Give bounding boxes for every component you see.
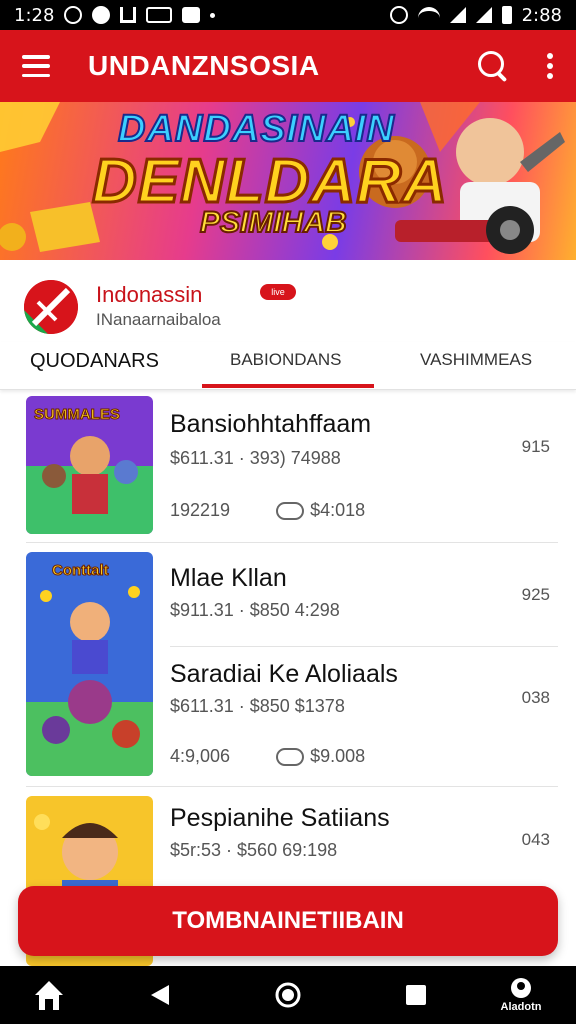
item-meta-1: $611.31 · 393) 74988 (170, 448, 341, 468)
signal-icon-2 (475, 7, 492, 23)
notification-icon (64, 6, 83, 24)
channel-logo-icon[interactable] (24, 280, 78, 334)
profile-icon (511, 978, 531, 998)
home-circle-icon[interactable] (268, 966, 308, 1024)
item-stat-comments-3: $9.008 (310, 746, 366, 766)
item-stat-views-1: 192219 (170, 500, 231, 520)
comment-icon (276, 747, 305, 766)
item-thumbnail-2[interactable]: Conttalt (26, 552, 153, 776)
item-title-1[interactable]: Bansiohhtahffaam (170, 410, 371, 439)
channel-subtitle: INanaarnaibaloa (96, 310, 221, 329)
tab-bar: QUODANARS BABIONDANS VASHIMMEAS (0, 342, 576, 390)
tab-vashimmeas[interactable]: VASHIMMEAS (420, 350, 532, 370)
item-count-1: 915 (521, 437, 550, 456)
item-count-4: 043 (521, 830, 550, 849)
primary-cta-button[interactable]: TOMBNAINETIIBAIN (18, 886, 558, 956)
list-divider (26, 786, 558, 787)
tab-quodanars[interactable]: QUODANARS (30, 350, 159, 373)
battery-icon (501, 6, 512, 24)
alarm-icon (389, 6, 408, 24)
item-meta-4: $5r:53 · $560 69:198 (170, 840, 338, 860)
system-nav-bar: Aladotn (0, 966, 576, 1024)
tab-babiondans[interactable]: BABIONDANS (230, 350, 341, 370)
menu-icon[interactable] (22, 55, 50, 77)
item-count-3: 038 (521, 688, 550, 707)
image-icon (182, 7, 201, 23)
item-stats-1: 192219 $4:018 (170, 500, 365, 521)
channel-name[interactable]: Indonassin (96, 282, 202, 308)
item-title-2[interactable]: Mlae Kllan (170, 564, 287, 593)
app-screen: 1:28 2:88 UNDANZNSOSIA DANDASINAIN DENLD… (0, 0, 576, 1024)
status-bar: 1:28 2:88 (0, 0, 576, 30)
status-time: 1:28 (14, 4, 55, 26)
item-stat-views-3: 4:9,006 (170, 746, 231, 766)
bars-icon (120, 7, 137, 23)
dot-icon (210, 12, 216, 18)
item-title-3[interactable]: Saradiai Ke Aloliaals (170, 660, 398, 689)
more-vertical-icon[interactable] (546, 53, 554, 79)
active-tab-indicator (202, 384, 374, 388)
back-icon[interactable] (140, 966, 180, 1024)
cast-icon (146, 7, 173, 23)
wifi-icon (417, 7, 440, 23)
status-time-right: 2:88 (521, 4, 562, 26)
item-count-2: 925 (521, 585, 550, 604)
list-divider (170, 646, 558, 647)
banner-title-line1: DANDASINAIN (117, 107, 395, 151)
recents-square-icon[interactable] (396, 966, 436, 1024)
thumbnail-label-2: Conttalt (52, 562, 110, 580)
chat-icon (92, 6, 111, 24)
app-bar: UNDANZNSOSIA (0, 30, 576, 102)
channel-header: Indonassin live INanaarnaibaloa (0, 260, 576, 342)
item-stat-comments-1: $4:018 (310, 500, 366, 520)
item-meta-3: $611.31 · $850 $1378 (170, 696, 345, 716)
app-title: UNDANZNSOSIA (88, 50, 320, 81)
live-badge: live (260, 284, 296, 300)
item-thumbnail-1[interactable]: SUMMALES (26, 396, 153, 534)
profile-nav-label: Aladotn (500, 1001, 542, 1013)
item-stats-3: 4:9,006 $9.008 (170, 746, 365, 767)
home-icon[interactable] (24, 966, 74, 1024)
search-icon[interactable] (476, 49, 510, 83)
signal-icon-1 (449, 7, 466, 23)
comment-icon (276, 501, 305, 520)
status-bar-right: 2:88 (389, 4, 562, 26)
item-title-4[interactable]: Pespianihe Satiians (170, 804, 390, 833)
profile-nav-button[interactable]: Aladotn (490, 966, 552, 1024)
thumbnail-label-1: SUMMALES (34, 406, 121, 424)
status-bar-left: 1:28 (14, 4, 216, 26)
hero-banner[interactable]: DANDASINAIN DENLDARA PSIMIHAB (0, 102, 576, 260)
list-divider (26, 542, 558, 543)
banner-title-line3: PSIMIHAB (199, 205, 348, 240)
item-meta-2: $911.31 · $850 4:298 (170, 600, 340, 620)
